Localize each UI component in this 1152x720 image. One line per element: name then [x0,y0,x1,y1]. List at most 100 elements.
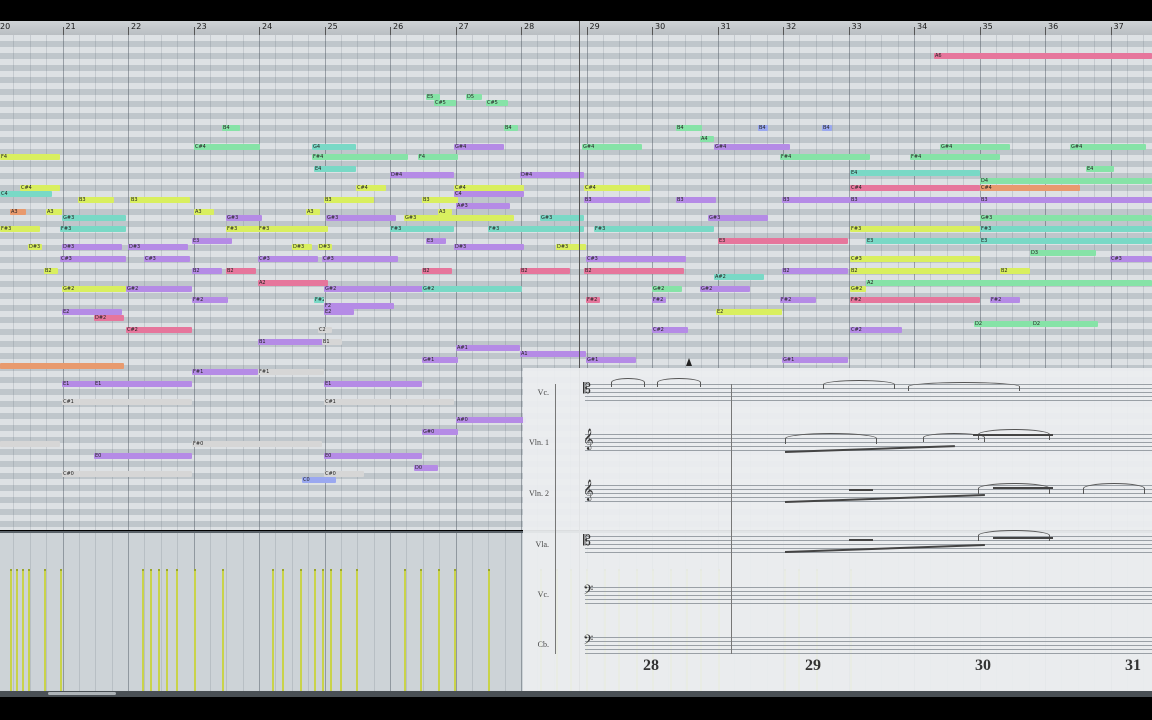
midi-note[interactable]: E0 [324,453,422,459]
midi-note[interactable]: C4 [454,191,524,197]
midi-note[interactable]: G#3 [226,215,262,221]
midi-note[interactable]: E3 [980,238,1152,244]
velocity-bar[interactable] [340,569,342,693]
midi-note[interactable]: D#3 [28,244,42,250]
midi-note[interactable]: D5 [466,94,482,100]
midi-note[interactable]: B3 [78,197,114,203]
midi-note[interactable]: G#3 [62,215,126,221]
midi-note[interactable]: D#3 [556,244,586,250]
midi-note[interactable]: F#3 [226,226,260,232]
midi-note[interactable]: F#2 [314,297,324,303]
midi-note[interactable]: F#3 [980,226,1152,232]
midi-note[interactable]: F#0 [192,441,322,447]
midi-note[interactable]: B3 [676,197,716,203]
midi-note[interactable]: B4 [504,125,518,131]
midi-note[interactable]: B2 [1000,268,1030,274]
midi-note[interactable]: C#3 [144,256,190,262]
midi-note[interactable]: B3 [324,197,374,203]
midi-note[interactable]: G#3 [980,215,1152,221]
midi-note[interactable]: D#3 [454,244,524,250]
midi-note[interactable]: B3 [422,197,458,203]
midi-note[interactable]: B2 [44,268,58,274]
midi-note[interactable]: F#3 [390,226,454,232]
midi-note[interactable]: B1 [258,339,324,345]
velocity-bar[interactable] [158,569,160,693]
midi-note[interactable]: C#4 [584,185,650,191]
velocity-bar[interactable] [22,569,24,693]
velocity-bar[interactable] [10,569,12,693]
velocity-bar[interactable] [194,569,196,693]
midi-note[interactable]: G#2 [324,286,424,292]
velocity-bar[interactable] [60,569,62,693]
midi-note[interactable]: D0 [414,465,438,471]
midi-note[interactable]: C2 [318,327,332,333]
midi-note[interactable]: D#3 [62,244,122,250]
midi-note[interactable]: G#1 [586,357,636,363]
velocity-bar[interactable] [28,569,30,693]
midi-note[interactable]: F#3 [60,226,126,232]
midi-note[interactable]: D#4 [520,172,584,178]
midi-note[interactable]: B3 [850,197,980,203]
midi-note[interactable]: E3 [192,238,232,244]
velocity-bar[interactable] [330,569,332,693]
midi-note[interactable]: G#2 [422,286,522,292]
velocity-bar[interactable] [488,569,490,693]
midi-note[interactable]: G#1 [422,357,458,363]
midi-note[interactable]: E4 [314,166,356,172]
midi-note[interactable] [0,363,124,369]
midi-note[interactable]: G#2 [850,286,866,292]
midi-note[interactable]: G#3 [326,215,396,221]
velocity-bar[interactable] [438,569,440,693]
horizontal-scrollbar[interactable] [0,691,1152,697]
midi-note[interactable]: B2 [782,268,848,274]
midi-note[interactable]: D#4 [390,172,454,178]
midi-note[interactable]: G#4 [940,144,1010,150]
midi-note[interactable]: G#4 [582,144,642,150]
midi-note[interactable]: E1 [324,381,422,387]
midi-note[interactable]: D#3 [292,244,312,250]
midi-note[interactable]: F4 [0,154,60,160]
midi-note[interactable]: C#1 [324,399,454,405]
midi-note[interactable]: D2 [974,321,1032,327]
midi-note[interactable]: E3 [426,238,446,244]
midi-note[interactable]: E3 [718,238,848,244]
midi-note[interactable]: D3 [1030,250,1096,256]
velocity-bar[interactable] [322,569,324,693]
midi-note[interactable]: A1 [520,351,586,357]
velocity-bar[interactable] [142,569,144,693]
midi-note[interactable]: A#1 [456,345,520,351]
midi-note[interactable]: B2 [192,268,222,274]
timeline-ruler[interactable]: 20 21 22 23 24 25 26 27 28 29 30 31 32 33 34 35 36 37 [0,21,1152,36]
midi-note[interactable]: B3 [130,197,190,203]
midi-note[interactable]: C#2 [652,327,688,333]
midi-note[interactable]: B1 [322,339,342,345]
midi-note[interactable]: C#3 [322,256,398,262]
midi-note[interactable]: B3 [584,197,650,203]
midi-note[interactable]: F#3 [0,226,40,232]
midi-note[interactable]: A#3 [456,203,510,209]
midi-note[interactable]: F4 [418,154,458,160]
midi-note[interactable]: C#2 [850,327,902,333]
midi-note[interactable]: F#3 [594,226,714,232]
midi-note[interactable]: G#1 [782,357,848,363]
midi-note[interactable]: A2 [866,280,1152,286]
midi-note[interactable]: G#2 [700,286,750,292]
midi-note[interactable]: F#1 [192,369,258,375]
midi-note[interactable]: E4 [850,170,980,176]
midi-note[interactable]: E0 [94,453,192,459]
midi-note[interactable]: E2 [716,309,782,315]
velocity-bar[interactable] [404,569,406,693]
midi-note[interactable]: A#0 [456,417,526,423]
midi-note[interactable]: A6 [934,53,1152,59]
midi-note[interactable]: B3 [782,197,850,203]
midi-note[interactable]: F#1 [258,369,324,375]
velocity-bar[interactable] [222,569,224,693]
midi-note[interactable]: A#2 [714,274,764,280]
midi-note[interactable]: G4 [312,144,356,150]
midi-note[interactable]: G#3 [708,215,768,221]
midi-note[interactable]: F#2 [652,297,666,303]
velocity-bar[interactable] [44,569,46,693]
midi-note[interactable]: G#4 [454,144,504,150]
velocity-bar[interactable] [166,569,168,693]
midi-note[interactable]: D4 [980,178,1152,184]
